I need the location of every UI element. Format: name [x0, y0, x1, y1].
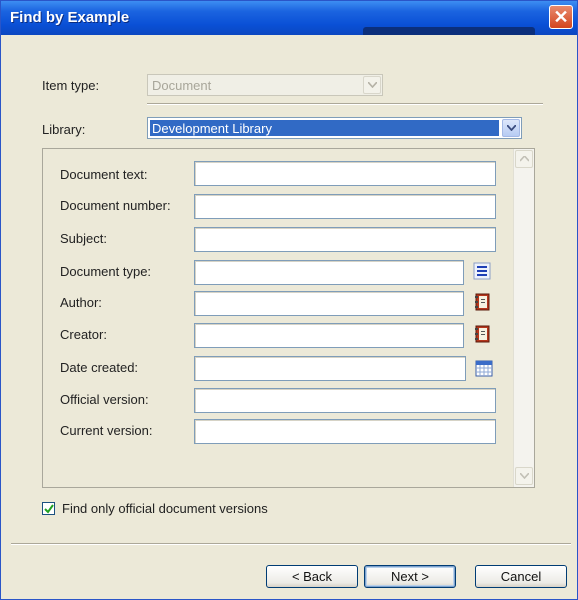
chevron-up-icon [520, 156, 529, 162]
address-book-icon[interactable] [472, 324, 492, 344]
chevron-down-icon [368, 82, 377, 88]
title-bar[interactable]: Find by Example ✕ [1, 1, 577, 35]
document-type-input[interactable] [194, 260, 464, 285]
field-label-creator: Creator: [60, 327, 107, 342]
library-select[interactable]: Development Library [147, 117, 522, 139]
item-type-label: Item type: [42, 78, 100, 93]
separator-top [147, 103, 543, 105]
official-only-checkbox[interactable] [42, 502, 55, 515]
library-dropdown-button[interactable] [502, 119, 520, 137]
field-label-subject: Subject: [60, 231, 107, 246]
fields-scrollbar[interactable] [513, 149, 534, 487]
creator-input[interactable] [194, 323, 464, 348]
cancel-button[interactable]: Cancel [475, 565, 567, 588]
back-button[interactable]: < Back [266, 565, 358, 588]
next-button[interactable]: Next > [364, 565, 456, 588]
title-bar-notch [363, 27, 535, 35]
checkmark-icon [44, 504, 54, 514]
list-icon[interactable] [472, 261, 492, 281]
library-label: Library: [42, 122, 86, 137]
field-label-author: Author: [60, 295, 102, 310]
close-icon: ✕ [553, 7, 569, 27]
scroll-down-button[interactable] [515, 467, 533, 485]
author-input[interactable] [194, 291, 464, 316]
close-button[interactable]: ✕ [549, 5, 573, 29]
current-version-input[interactable] [194, 419, 496, 444]
field-label-current-version: Current version: [60, 423, 153, 438]
chevron-down-icon [520, 473, 529, 479]
field-label-document-text: Document text: [60, 167, 148, 182]
library-value: Development Library [152, 121, 272, 136]
official-version-input[interactable] [194, 388, 496, 413]
item-type-dropdown-button[interactable] [363, 76, 381, 94]
calendar-icon[interactable] [474, 358, 494, 378]
address-book-icon[interactable] [472, 292, 492, 312]
window-title: Find by Example [10, 9, 130, 26]
document-text-input[interactable] [194, 161, 496, 186]
document-number-input[interactable] [194, 194, 496, 219]
subject-input[interactable] [194, 227, 496, 252]
find-by-example-dialog: Find by Example ✕ Item type: Document Li… [0, 0, 578, 600]
field-label-document-number: Document number: [60, 198, 171, 213]
item-type-select[interactable]: Document [147, 74, 383, 96]
official-only-label: Find only official document versions [62, 501, 268, 516]
date-created-input[interactable] [194, 356, 466, 381]
field-label-document-type: Document type: [60, 264, 152, 279]
search-fields-panel: Document text: Document number: Subject:… [42, 148, 535, 488]
item-type-value: Document [152, 78, 212, 93]
field-label-official-version: Official version: [60, 392, 149, 407]
chevron-down-icon [507, 125, 516, 131]
scroll-up-button[interactable] [515, 150, 533, 168]
field-label-date-created: Date created: [60, 360, 139, 375]
separator-bottom [11, 543, 571, 545]
